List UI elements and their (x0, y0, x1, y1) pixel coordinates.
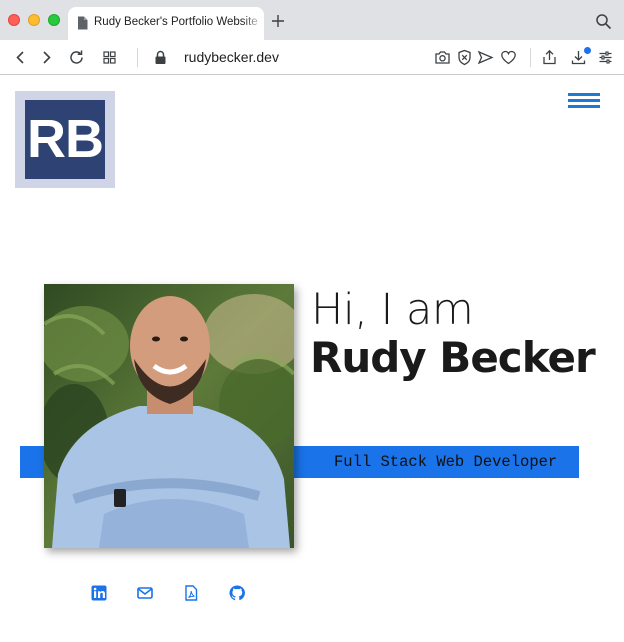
ad-blocker-icon[interactable] (456, 49, 473, 66)
heart-icon[interactable] (500, 49, 517, 66)
window-maximize-button[interactable] (48, 14, 60, 26)
easy-setup-icon[interactable] (597, 49, 614, 66)
window-close-button[interactable] (8, 14, 20, 26)
camera-icon[interactable] (434, 49, 451, 66)
document-icon (78, 16, 88, 30)
speed-dial-icon[interactable] (101, 49, 118, 66)
window-minimize-button[interactable] (28, 14, 40, 26)
hero-name: Rudy Becker (310, 333, 596, 382)
reload-icon[interactable] (68, 49, 85, 66)
site-logo[interactable]: RB (15, 91, 115, 188)
back-icon[interactable] (12, 49, 29, 66)
share-icon[interactable] (541, 49, 558, 66)
browser-tab-bar: Rudy Becker's Portfolio Website (0, 0, 624, 40)
logo-monogram: RB (25, 100, 105, 179)
lock-icon[interactable] (152, 49, 169, 66)
hero-subtitle: Full Stack Web Developer (334, 453, 558, 471)
mail-icon[interactable] (137, 585, 153, 601)
github-icon[interactable] (229, 585, 245, 601)
send-icon[interactable] (477, 49, 494, 66)
new-tab-icon[interactable] (269, 12, 287, 30)
toolbar-separator (137, 48, 138, 67)
profile-photo (44, 284, 294, 548)
linkedin-icon[interactable] (91, 585, 107, 601)
hero-greeting: Hi, I am (311, 285, 474, 335)
forward-icon[interactable] (38, 49, 55, 66)
profile-photo-image (44, 284, 294, 548)
tab-title: Rudy Becker's Portfolio Website (94, 16, 258, 28)
tab-title-fade (242, 7, 264, 40)
pdf-icon[interactable] (183, 585, 199, 601)
toolbar-separator (530, 48, 531, 67)
tab-search-icon[interactable] (595, 13, 612, 30)
hamburger-menu-icon[interactable] (568, 93, 600, 109)
download-badge (584, 47, 591, 54)
browser-tab[interactable]: Rudy Becker's Portfolio Website (68, 7, 264, 40)
browser-toolbar: rudybecker.dev (0, 40, 624, 75)
address-bar[interactable]: rudybecker.dev (184, 49, 279, 65)
